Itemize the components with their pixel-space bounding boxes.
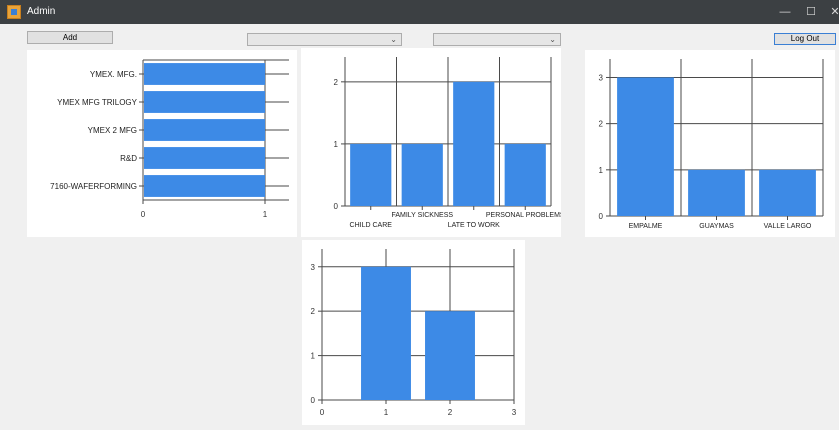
- filter-combo-2[interactable]: ⌄: [433, 33, 561, 46]
- bar: [361, 266, 411, 400]
- bar: [401, 143, 443, 206]
- y-tick-label: 3: [311, 263, 316, 272]
- category-label: R&D: [120, 154, 137, 163]
- numeric-bar-chart: 0 1 2 3 0 1 2 3: [311, 249, 517, 417]
- category-label: GUAYMAS: [699, 223, 734, 230]
- filter-combo-1[interactable]: ⌄: [247, 33, 402, 46]
- y-tick-label: 0: [311, 396, 316, 405]
- y-tick-label: 2: [334, 78, 339, 87]
- y-tick-label: 1: [334, 140, 339, 149]
- y-tick-label: 1: [599, 166, 604, 175]
- bar: [350, 143, 392, 206]
- chevron-down-icon: ⌄: [390, 35, 397, 44]
- location-bar-chart: 0 1 2 3 EMPALME GUAYMAS VALLE LARGO: [599, 59, 824, 230]
- category-label: FAMILY SICKNESS: [391, 212, 453, 219]
- category-label: EMPALME: [629, 223, 663, 230]
- bar: [759, 169, 816, 216]
- title-bar: Admin — ☐ ✕: [0, 0, 839, 24]
- reason-bar-chart: 0 1 2 CHILD CARE FAMILY SICKNESS LATE TO WORK…: [334, 57, 565, 229]
- x-tick-label: 2: [448, 408, 453, 417]
- x-tick-label: 0: [320, 408, 325, 417]
- bar: [425, 311, 475, 400]
- y-tick-label: 0: [599, 212, 604, 221]
- x-tick-label: 3: [512, 408, 517, 417]
- app-icon: [7, 5, 21, 19]
- category-label: CHILD CARE: [350, 222, 393, 229]
- chevron-down-icon: ⌄: [549, 35, 556, 44]
- bar: [144, 91, 265, 113]
- window-title: Admin: [27, 6, 56, 17]
- bar: [688, 169, 745, 216]
- y-tick-label: 0: [334, 202, 339, 211]
- category-label: YMEX. MFG.: [90, 70, 137, 79]
- chart-panel-reasons: 0 1 2 CHILD CARE FAMILY SICKNESS LATE TO WORK…: [301, 48, 565, 237]
- x-tick-label: 1: [263, 210, 268, 219]
- y-tick-label: 3: [599, 73, 604, 82]
- category-label: YMEX MFG TRILOGY: [57, 98, 138, 107]
- x-tick-label: 1: [384, 408, 389, 417]
- category-label: LATE TO WORK: [448, 222, 500, 229]
- y-tick-label: 2: [599, 120, 604, 129]
- bar: [144, 175, 265, 197]
- bar: [144, 147, 265, 169]
- bar: [504, 143, 546, 206]
- bar: [617, 77, 674, 217]
- category-label: YMEX 2 MFG: [88, 126, 137, 135]
- close-icon[interactable]: ✕: [822, 0, 839, 24]
- add-button[interactable]: Add: [27, 31, 113, 44]
- y-tick-label: 1: [311, 352, 316, 361]
- logout-button[interactable]: Log Out: [774, 33, 836, 45]
- y-tick-label: 2: [311, 307, 316, 316]
- bar: [144, 119, 265, 141]
- chart-panel-locations: 0 1 2 3 EMPALME GUAYMAS VALLE LARGO: [585, 50, 835, 237]
- category-label: PERSONAL PROBLEMS: [486, 212, 561, 219]
- bar: [144, 63, 265, 85]
- category-label: 7160-WAFERFORMING: [50, 182, 137, 191]
- minimize-icon[interactable]: —: [772, 0, 798, 24]
- category-label: VALLE LARGO: [764, 223, 812, 230]
- x-tick-label: 0: [141, 210, 146, 219]
- chart-panel-numeric: 0 1 2 3 0 1 2 3: [302, 240, 525, 425]
- department-bar-chart: 0 1 YMEX. MFG. YMEX MFG TRILOGY YMEX 2 MFG R&…: [50, 59, 289, 219]
- chart-panel-departments: 0 1 YMEX. MFG. YMEX MFG TRILOGY YMEX 2 MFG R&…: [27, 50, 297, 237]
- bar: [453, 81, 495, 206]
- maximize-icon[interactable]: ☐: [798, 0, 824, 24]
